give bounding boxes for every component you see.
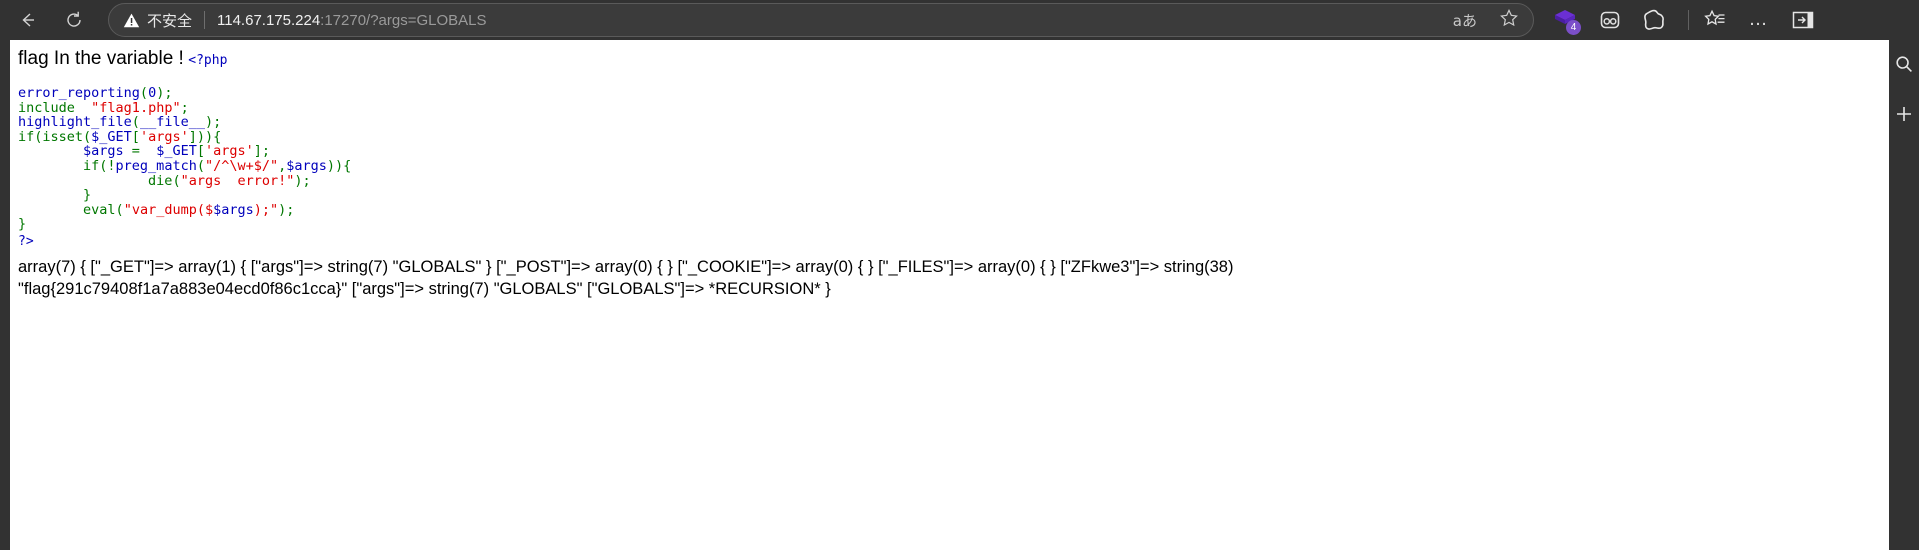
php-close-tag: ?> — [18, 233, 34, 249]
code-token: } — [18, 216, 27, 233]
code-token: ); — [204, 114, 222, 131]
extension-button[interactable]: 4 — [1548, 2, 1584, 38]
code-token: $_GET — [91, 128, 132, 145]
code-token: "args error!" — [180, 172, 295, 189]
code-token: ); — [294, 172, 311, 189]
url-host: 114.67.175.224 — [217, 11, 321, 29]
code-token: __file__ — [139, 114, 205, 131]
var-dump-output: array(7) { ["_GET"]=> array(1) { ["args"… — [18, 257, 1234, 298]
sidebar-search-button[interactable] — [1894, 54, 1914, 79]
code-token: 'args' — [139, 128, 189, 145]
code-token: ])){ — [188, 128, 222, 145]
url-path: :17270/?args=GLOBALS — [320, 11, 487, 29]
code-token: 0 — [148, 85, 157, 101]
page-title: flag In the variable ! — [18, 48, 184, 69]
split-screen-icon — [1792, 11, 1814, 29]
code-token: ( — [172, 172, 181, 189]
code-token: );" — [253, 201, 279, 218]
page-viewport: flag In the variable ! <?php error_repor… — [0, 40, 1889, 550]
browser-toolbar: 不安全 114.67.175.224:17270/?args=GLOBALS a… — [0, 0, 1919, 40]
code-token: $args — [286, 157, 327, 174]
code-token: $args — [213, 201, 254, 218]
code-token: die — [148, 172, 173, 189]
extension-badge-count: 4 — [1566, 20, 1581, 35]
plus-icon — [1897, 107, 1911, 121]
code-token: include — [18, 99, 75, 116]
code-token: 'args' — [204, 143, 254, 160]
code-token: preg_match — [115, 157, 197, 174]
reload-button[interactable] — [56, 2, 92, 38]
code-token: ]; — [253, 143, 271, 160]
toolbar-actions: 4 … — [1548, 0, 1829, 40]
code-token: highlight_file — [18, 114, 132, 131]
code-token: $ — [204, 201, 214, 218]
code-token: if(isset( — [18, 128, 92, 145]
code-token: error_reporting — [18, 85, 140, 101]
browser-essentials-button[interactable] — [1592, 2, 1628, 38]
code-token: )){ — [326, 157, 352, 174]
search-icon — [1896, 56, 1912, 72]
page-heading-row: flag In the variable ! <?php — [18, 48, 1889, 70]
back-arrow-icon — [22, 13, 34, 27]
sidebar-add-button[interactable] — [1895, 105, 1913, 128]
security-label: 不安全 — [147, 11, 193, 30]
ellipsis-icon: … — [1748, 9, 1770, 30]
code-token: ); — [156, 85, 173, 101]
split-screen-button[interactable] — [1785, 2, 1821, 38]
glasses-icon — [1600, 11, 1620, 29]
code-token: ( — [115, 201, 124, 218]
code-token: $args — [83, 143, 124, 160]
browser-sidebar-rail — [1889, 40, 1919, 550]
code-token: $_GET — [156, 143, 197, 160]
warning-triangle-icon — [123, 13, 140, 27]
address-bar[interactable]: 不安全 114.67.175.224:17270/?args=GLOBALS a… — [108, 3, 1534, 37]
php-open-tag: <?php — [188, 53, 228, 68]
code-token: "flag1.php" — [91, 99, 181, 116]
security-indicator[interactable]: 不安全 — [123, 10, 192, 31]
code-token: ( — [196, 157, 205, 174]
settings-and-more-button[interactable]: … — [1741, 2, 1777, 38]
code-token: if(! — [18, 157, 116, 174]
url-text[interactable]: 114.67.175.224:17270/?args=GLOBALS — [217, 12, 487, 29]
collections-button[interactable] — [1697, 2, 1733, 38]
code-token: "/^\w+$/" — [204, 157, 279, 174]
star-outline-icon — [1500, 8, 1518, 26]
reload-icon — [67, 11, 81, 27]
code-token: [ — [196, 143, 205, 160]
code-token: = — [123, 143, 149, 160]
php-source-code: error_reporting(0); include "flag1.php";… — [18, 86, 1889, 232]
code-token: eval — [83, 201, 116, 218]
reading-view-icon[interactable]: aあ — [1453, 10, 1477, 31]
php-close-tag-line: ?> — [18, 232, 1889, 250]
code-token: } — [18, 187, 92, 204]
code-token: [ — [131, 128, 140, 145]
code-token: ); — [278, 201, 295, 218]
code-token: ; — [180, 99, 189, 116]
favorite-star-icon[interactable] — [1499, 8, 1519, 33]
omnibox-divider — [204, 11, 206, 29]
back-button[interactable] — [10, 2, 46, 38]
copilot-button[interactable] — [1636, 2, 1672, 38]
code-token: "var_dump( — [123, 201, 205, 218]
code-token: ( — [139, 85, 149, 101]
code-token: ( — [131, 114, 140, 131]
star-list-icon — [1704, 9, 1725, 26]
toolbar-divider — [1688, 10, 1689, 30]
copilot-blob-icon — [1644, 9, 1664, 30]
